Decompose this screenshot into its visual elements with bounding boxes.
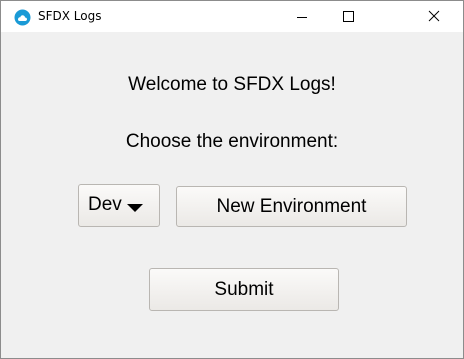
welcome-label: Welcome to SFDX Logs! — [128, 74, 336, 95]
choose-environment-label: Choose the environment: — [125, 131, 339, 152]
new-environment-button[interactable]: New Environment — [176, 186, 407, 227]
close-button[interactable] — [417, 1, 463, 32]
window-title: SFDX Logs — [38, 9, 102, 23]
sfdx-cloud-icon — [14, 9, 31, 26]
environment-select[interactable]: Dev — [78, 184, 160, 227]
maximize-icon — [343, 11, 354, 22]
close-icon — [428, 10, 440, 22]
minimize-icon — [297, 17, 307, 18]
caret-down-icon — [127, 204, 143, 212]
title-bar[interactable]: SFDX Logs — [1, 1, 463, 32]
environment-select-value: Dev — [88, 194, 122, 215]
submit-button[interactable]: Submit — [149, 268, 339, 311]
maximize-button[interactable] — [325, 1, 371, 32]
minimize-button[interactable] — [279, 1, 325, 32]
app-window: SFDX Logs Welcome to SFDX Logs! Choose t… — [0, 0, 464, 359]
main-panel: Welcome to SFDX Logs! Choose the environ… — [1, 32, 463, 358]
